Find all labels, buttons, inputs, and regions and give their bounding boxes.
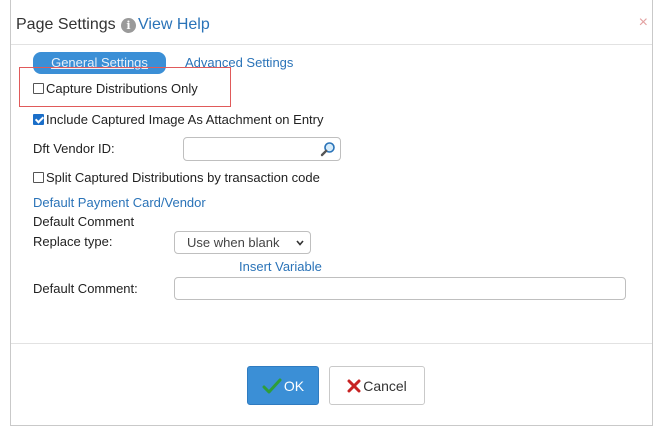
include-image-row[interactable]: Include Captured Image As Attachment on … — [33, 112, 324, 127]
split-distributions-row[interactable]: Split Captured Distributions by transact… — [33, 170, 320, 185]
footer-divider — [11, 343, 652, 344]
chevron-down-icon — [296, 240, 304, 246]
split-distributions-checkbox[interactable] — [33, 172, 44, 183]
replace-type-select[interactable]: Use when blank — [174, 231, 311, 254]
capture-distributions-row[interactable]: Capture Distributions Only — [33, 81, 198, 96]
info-icon[interactable]: i — [121, 18, 136, 33]
capture-distributions-checkbox[interactable] — [33, 83, 44, 94]
page-settings-dialog: Page Settings i View Help × General Sett… — [10, 0, 653, 426]
capture-distributions-label: Capture Distributions Only — [46, 81, 198, 96]
x-icon — [347, 379, 361, 392]
default-payment-link[interactable]: Default Payment Card/Vendor — [33, 195, 206, 210]
ok-button[interactable]: OK — [247, 366, 319, 405]
replace-type-value: Use when blank — [187, 235, 280, 250]
split-distributions-label: Split Captured Distributions by transact… — [46, 170, 320, 185]
dialog-titlebar: Page Settings i View Help × — [11, 0, 652, 45]
ok-label: OK — [283, 377, 305, 394]
checkmark-icon — [262, 378, 282, 393]
close-icon[interactable]: × — [639, 14, 648, 32]
view-help-link[interactable]: View Help — [138, 16, 210, 34]
search-icon[interactable] — [320, 141, 336, 157]
vendor-id-label: Dft Vendor ID: — [33, 141, 115, 156]
insert-variable-link[interactable]: Insert Variable — [239, 259, 322, 274]
default-comment-heading: Default Comment — [33, 214, 135, 229]
cancel-label: Cancel — [363, 377, 407, 394]
replace-type-label: Replace type: — [33, 234, 113, 249]
default-comment-input[interactable] — [174, 277, 626, 300]
dialog-title: Page Settings — [16, 16, 116, 33]
include-image-checkbox[interactable] — [33, 114, 44, 125]
cancel-button[interactable]: Cancel — [329, 366, 425, 405]
include-image-label: Include Captured Image As Attachment on … — [46, 112, 324, 127]
default-comment-label: Default Comment: — [33, 281, 138, 296]
vendor-id-input[interactable] — [183, 137, 341, 161]
